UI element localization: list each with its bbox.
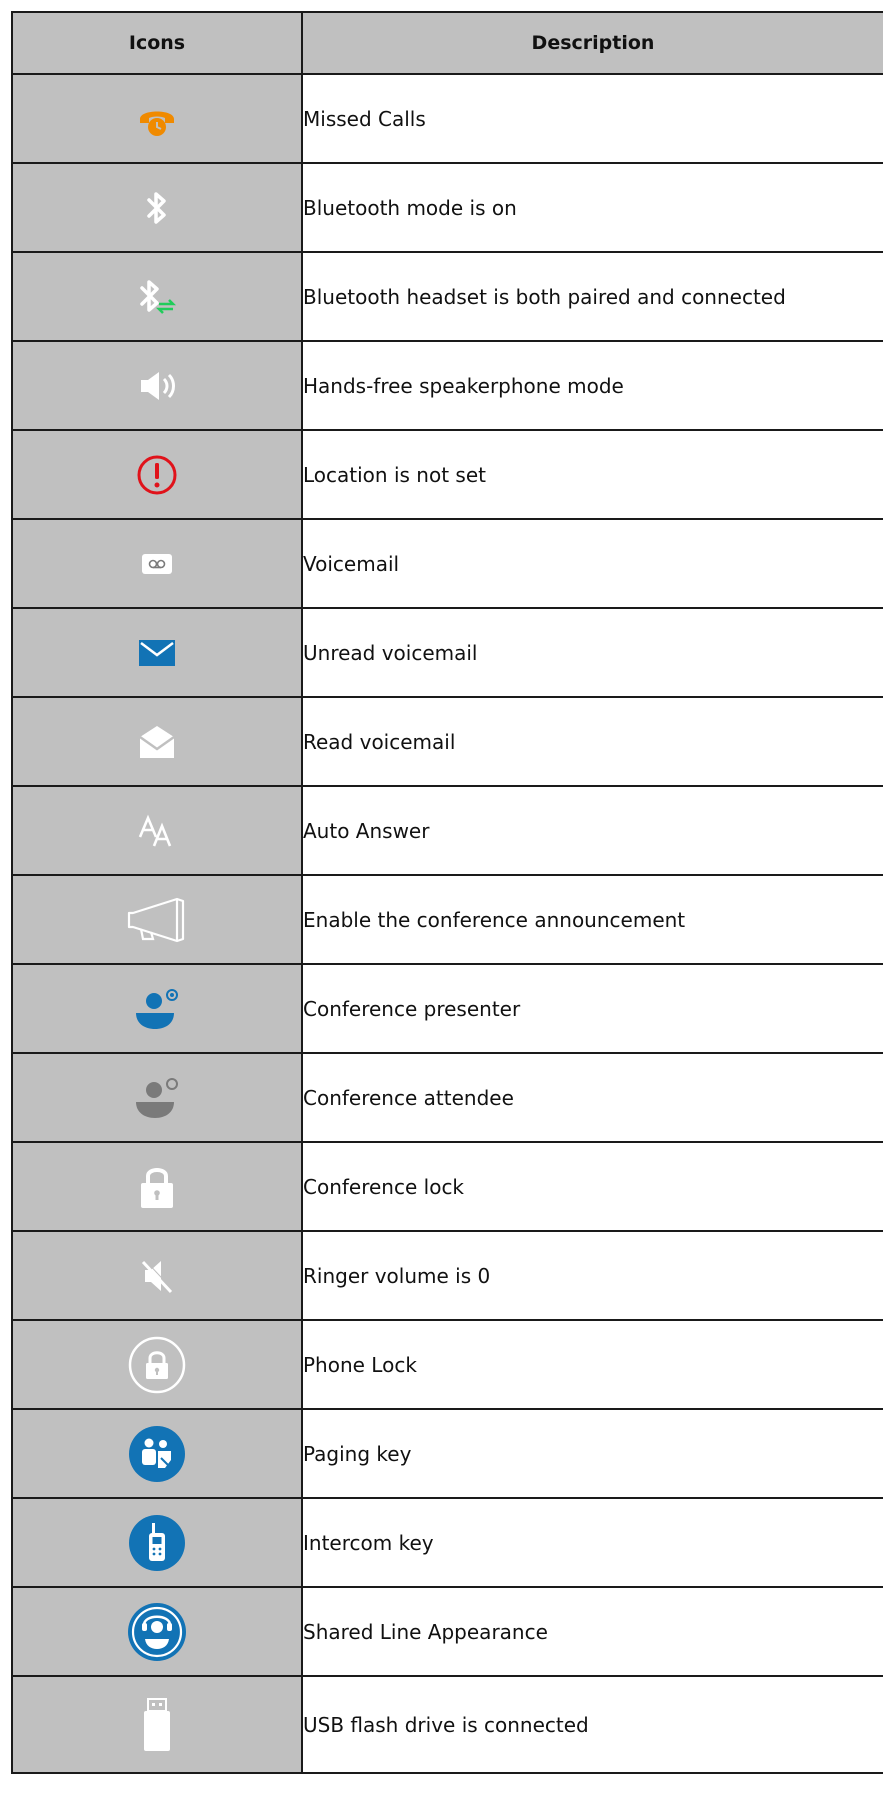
row-description: Intercom key — [301, 1497, 883, 1588]
table-row: Location is not set — [11, 429, 883, 520]
row-description: Voicemail — [301, 518, 883, 609]
table-row: Auto Answer — [11, 785, 883, 876]
intercom-key-icon — [127, 1513, 187, 1573]
table-row: Bluetooth mode is on — [11, 162, 883, 253]
conference-presenter-icon — [132, 987, 182, 1031]
icon-description-table: Icons Description Missed Calls Bluetooth… — [11, 11, 883, 1774]
table-row: Intercom key — [11, 1497, 883, 1588]
row-description: Unread voicemail — [301, 607, 883, 698]
row-description: Missed Calls — [301, 73, 883, 164]
conference-lock-icon — [137, 1162, 177, 1212]
table-row: Voicemail — [11, 518, 883, 609]
table-row: Bluetooth headset is both paired and con… — [11, 251, 883, 342]
table-row: Enable the conference announcement — [11, 874, 883, 965]
missed-calls-icon — [137, 99, 177, 139]
table-row: Conference presenter — [11, 963, 883, 1054]
auto-answer-icon — [137, 813, 177, 849]
conference-attendee-icon — [132, 1076, 182, 1120]
row-description: Conference lock — [301, 1141, 883, 1232]
table-row: Paging key — [11, 1408, 883, 1499]
row-description: Enable the conference announcement — [301, 874, 883, 965]
table-row: Missed Calls — [11, 73, 883, 164]
bluetooth-connected-icon — [137, 277, 177, 317]
unread-voicemail-icon — [137, 638, 177, 668]
row-description: Conference attendee — [301, 1052, 883, 1143]
read-voicemail-icon — [137, 723, 177, 761]
row-description: Phone Lock — [301, 1319, 883, 1410]
table-row: Shared Line Appearance — [11, 1586, 883, 1677]
table-row: Conference attendee — [11, 1052, 883, 1143]
ringer-mute-icon — [139, 1256, 175, 1296]
alert-icon — [135, 453, 179, 497]
speakerphone-icon — [135, 366, 179, 406]
shared-line-icon — [126, 1601, 188, 1663]
table-row: Ringer volume is 0 — [11, 1230, 883, 1321]
phone-lock-icon — [127, 1335, 187, 1395]
row-description: USB flash drive is connected — [301, 1675, 883, 1774]
row-description: Paging key — [301, 1408, 883, 1499]
row-description: Ringer volume is 0 — [301, 1230, 883, 1321]
header-row: Icons Description — [11, 11, 883, 75]
row-description: Location is not set — [301, 429, 883, 520]
usb-drive-icon — [137, 1695, 177, 1755]
table-row: Phone Lock — [11, 1319, 883, 1410]
header-icons: Icons — [11, 11, 303, 75]
row-description: Bluetooth mode is on — [301, 162, 883, 253]
row-description: Shared Line Appearance — [301, 1586, 883, 1677]
voicemail-icon — [140, 552, 174, 576]
row-description: Read voicemail — [301, 696, 883, 787]
bluetooth-icon — [142, 188, 172, 228]
table-row: Unread voicemail — [11, 607, 883, 698]
table-row: USB flash drive is connected — [11, 1675, 883, 1774]
row-description: Bluetooth headset is both paired and con… — [301, 251, 883, 342]
table-row: Conference lock — [11, 1141, 883, 1232]
paging-key-icon — [127, 1424, 187, 1484]
header-description: Description — [301, 11, 883, 75]
table-row: Read voicemail — [11, 696, 883, 787]
table-row: Hands-free speakerphone mode — [11, 340, 883, 431]
row-description: Hands-free speakerphone mode — [301, 340, 883, 431]
row-description: Auto Answer — [301, 785, 883, 876]
row-description: Conference presenter — [301, 963, 883, 1054]
megaphone-icon — [125, 895, 189, 945]
